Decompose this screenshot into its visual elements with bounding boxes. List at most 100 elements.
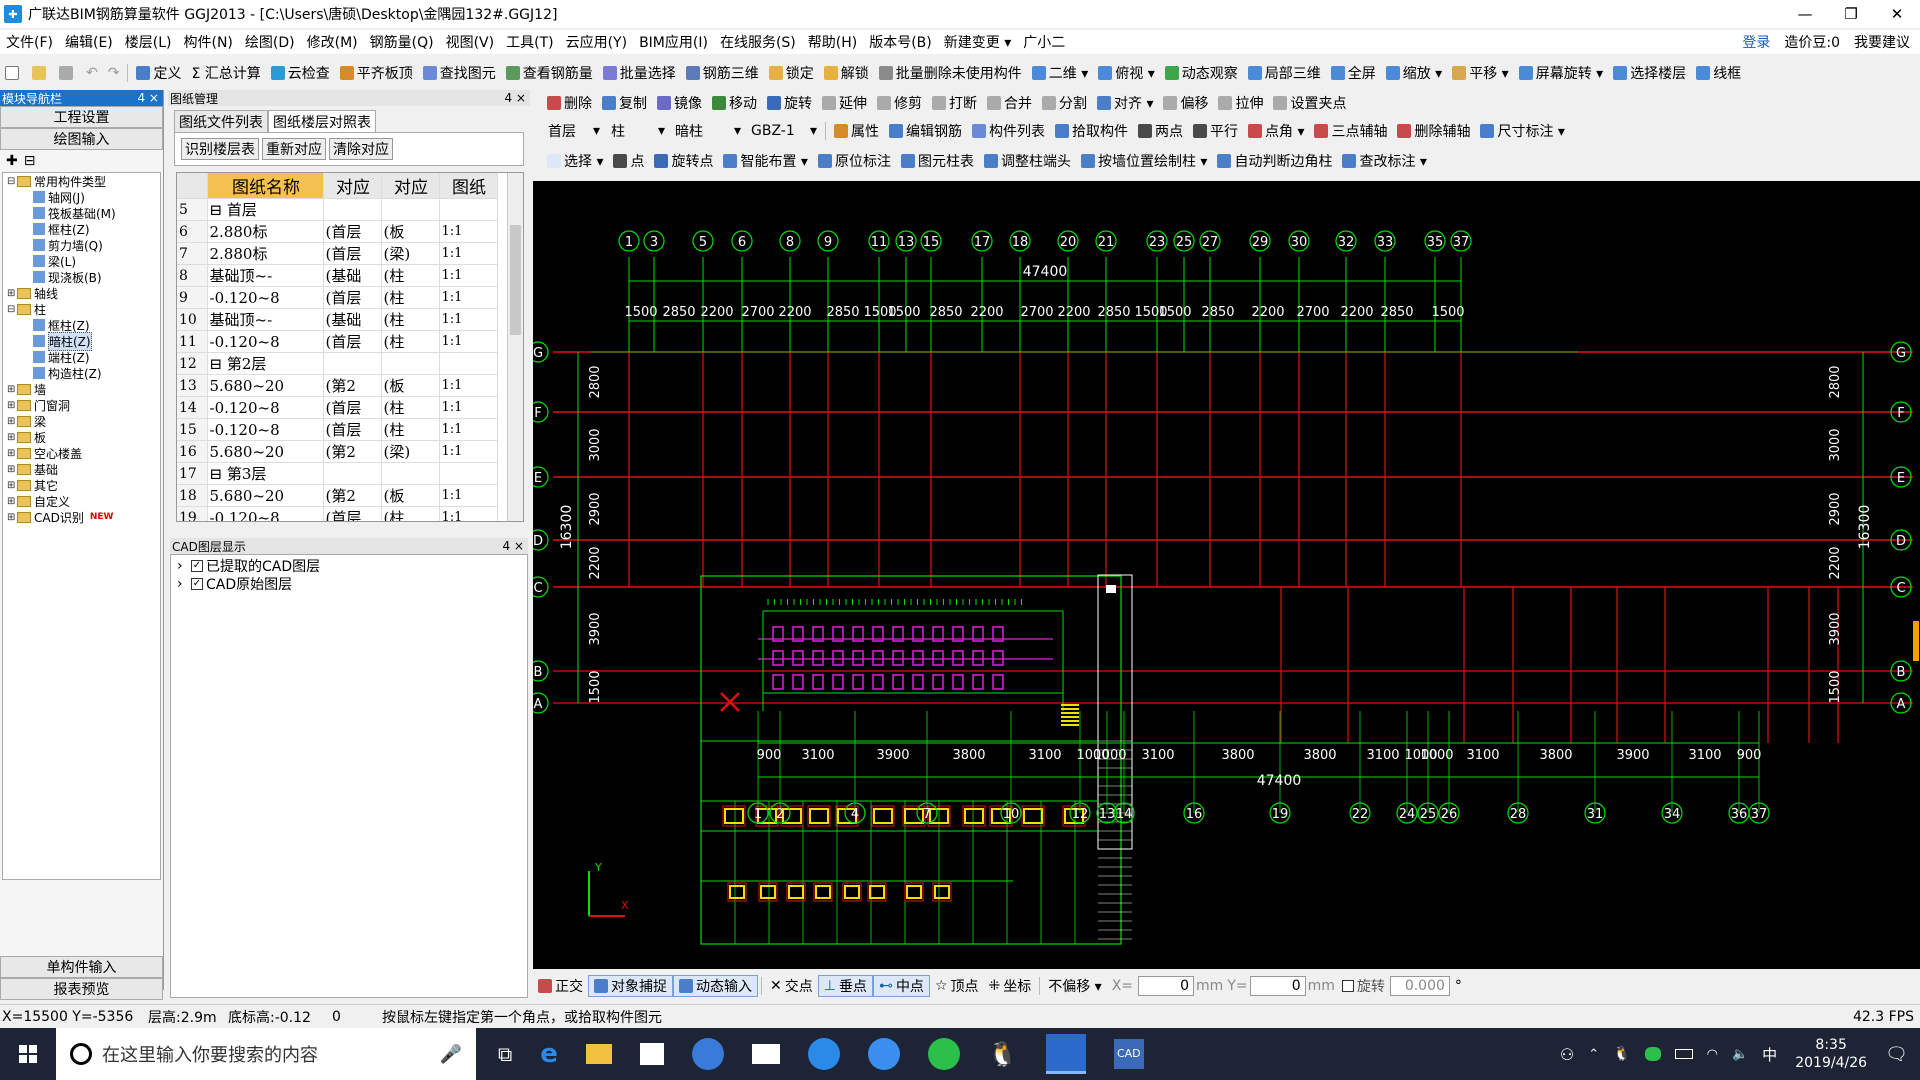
wechat-icon[interactable] [927,1038,960,1070]
object-snap-toggle[interactable]: 对象捕捉 [588,975,673,997]
prop-tool-1[interactable]: 编辑钢筋 [884,120,967,142]
new-file-icon[interactable] [0,62,27,84]
tree-node[interactable]: 筏板基础(M) [3,205,160,221]
browser-app-icon[interactable] [867,1038,900,1070]
unlock-button[interactable]: 解锁 [819,62,874,84]
prop-tool-9[interactable]: 尺寸标注 ▾ [1475,120,1569,142]
battery-icon[interactable] [1674,1049,1693,1059]
lock-button[interactable]: 锁定 [764,62,819,84]
tree-node[interactable]: 端柱(Z) [3,349,160,365]
tray-qq-icon[interactable]: 🐧 [1613,1046,1630,1062]
edit-tool-8[interactable]: 合并 [982,92,1037,114]
table-row[interactable]: 17 ⊟ 第3层 [177,462,498,485]
table-row[interactable]: 5 ⊟ 首层 [177,198,498,221]
edit-tool-9[interactable]: 分割 [1037,92,1092,114]
edit-tool-1[interactable]: 复制 [597,92,652,114]
draw-tool-5[interactable]: 图元柱表 [896,150,979,172]
edit-tool-2[interactable]: 镜像 [652,92,707,114]
edit-tool-6[interactable]: 修剪 [872,92,927,114]
prop-tool-3[interactable]: 拾取构件 [1050,120,1133,142]
tree-node[interactable]: ⊞ 基础 [3,461,160,477]
tree-node[interactable]: ⊞ 空心楼盖 [3,445,160,461]
report-preview-button[interactable]: 报表预览 [0,978,163,1000]
table-row[interactable]: 19 -0.120~8 (首层 (柱 1:1 [177,506,498,521]
prop-tool-4[interactable]: 两点 [1133,120,1188,142]
floor-select[interactable]: 首层 ▾ [542,120,606,142]
menu-component[interactable]: 构件(N) [178,32,239,52]
view-2d-button[interactable]: 二维 ▾ [1027,62,1093,84]
menu-new-change[interactable]: 新建变更 ▾ [938,32,1017,52]
table-row[interactable]: 18 5.680~20 (第2 (板 1:1 [177,484,498,507]
table-row[interactable]: 6 2.880标 (首层 (板 1:1 [177,220,498,243]
layer-extracted[interactable]: › ✓ 已提取的CAD图层 [177,557,521,575]
view-rebar-button[interactable]: 查看钢筋量 [501,62,598,84]
find-element-button[interactable]: 查找图元 [418,62,501,84]
minimize-button[interactable]: — [1782,0,1828,28]
tree-node[interactable]: 构造柱(Z) [3,365,160,381]
edit-tool-7[interactable]: 打断 [927,92,982,114]
cloud-check-button[interactable]: 云检查 [266,62,335,84]
edge-icon[interactable]: e [540,1039,558,1069]
notification-icon[interactable]: 🗨 [1885,1044,1908,1065]
task-view-icon[interactable]: ⧉ [498,1042,512,1066]
close-button[interactable]: ✕ [1874,0,1920,28]
edit-tool-4[interactable]: 旋转 [762,92,817,114]
tray-expand-icon[interactable]: ⌃ [1588,1047,1599,1062]
col-map-1[interactable]: 对应 [323,173,382,199]
col-drawing-scale[interactable]: 图纸 [439,173,498,199]
people-icon[interactable]: ⚇ [1560,1045,1574,1064]
menu-assistant[interactable]: 广小二 [1017,32,1071,52]
layer-original[interactable]: › ✓ CAD原始图层 [177,575,521,593]
rotate-input[interactable]: 0.000 [1389,976,1450,996]
file-explorer-icon[interactable] [585,1044,612,1064]
table-row[interactable]: 15 -0.120~8 (首层 (柱 1:1 [177,418,498,441]
menu-draw[interactable]: 绘图(D) [239,32,301,52]
remap-button[interactable]: 重新对应 [262,138,326,160]
offset-mode-select[interactable]: 不偏移 ▾ [1043,975,1106,997]
draw-tool-6[interactable]: 调整柱端头 [979,150,1076,172]
tray-wechat-icon[interactable] [1644,1047,1661,1061]
tree-node[interactable]: 梁(L) [3,253,160,269]
prop-tool-2[interactable]: 构件列表 [967,120,1050,142]
rebar-3d-button[interactable]: 钢筋三维 [681,62,764,84]
drawing-panel-pin-icon[interactable]: 4 × [504,91,530,105]
menu-file[interactable]: 文件(F) [0,32,59,52]
intersection-snap[interactable]: ✕ 交点 [765,975,818,997]
tab-drawing-file-list[interactable]: 图纸文件列表 [174,110,268,132]
tree-node[interactable]: 框柱(Z) [3,221,160,237]
open-file-icon[interactable] [27,62,54,84]
save-icon[interactable] [54,62,81,84]
draw-tool-8[interactable]: 自动判断边角柱 [1212,150,1337,172]
drawing-input-button[interactable]: 绘图输入 [0,128,163,150]
draw-tool-2[interactable]: 旋转点 [649,150,718,172]
table-row[interactable]: 11 -0.120~8 (首层 (柱 1:1 [177,330,498,353]
expand-icon[interactable]: ⊞ [7,496,17,507]
vertex-snap[interactable]: ☆ 顶点 [930,975,984,997]
clock-app-icon[interactable] [691,1038,724,1070]
qq-icon[interactable]: 🐧 [988,1040,1018,1068]
table-row[interactable]: 14 -0.120~8 (首层 (柱 1:1 [177,396,498,419]
panel-pin-close-icon[interactable]: 4 × [137,91,163,105]
edit-tool-10[interactable]: 对齐 ▾ [1092,92,1158,114]
tree-node[interactable]: ⊞ 自定义 [3,493,160,509]
microphone-icon[interactable]: 🎤 [440,1044,462,1065]
expand-icon[interactable]: ⊞ [7,288,17,299]
table-scroll-thumb[interactable] [510,225,521,335]
tree-node[interactable]: 轴网(J) [3,189,160,205]
flush-slab-top-button[interactable]: 平齐板顶 [335,62,418,84]
expand-icon[interactable]: ⊞ [7,416,17,427]
cad-app-icon[interactable]: CAD [1113,1039,1144,1069]
prop-tool-7[interactable]: 三点辅轴 [1309,120,1392,142]
define-button[interactable]: 定义 [131,62,186,84]
draw-tool-4[interactable]: 原位标注 [813,150,896,172]
menu-floor[interactable]: 楼层(L) [119,32,178,52]
clock[interactable]: 8:35 2019/4/26 [1791,1036,1871,1072]
cad-drawing-svg[interactable]: 1 3 5 6 8 9 11 13 15 17 18 20 21 23 25 27 29 30 32 33 35 3747… [527,181,1920,969]
menu-help[interactable]: 帮助(H) [802,32,863,52]
table-scrollbar[interactable] [507,173,523,521]
tree-node[interactable]: ⊞ 其它 [3,477,160,493]
draw-tool-1[interactable]: 点 [608,150,649,172]
table-row[interactable]: 16 5.680~20 (第2 (梁) 1:1 [177,440,498,463]
menu-rebar[interactable]: 钢筋量(Q) [364,32,440,52]
fullscreen-button[interactable]: 全屏 [1326,62,1381,84]
